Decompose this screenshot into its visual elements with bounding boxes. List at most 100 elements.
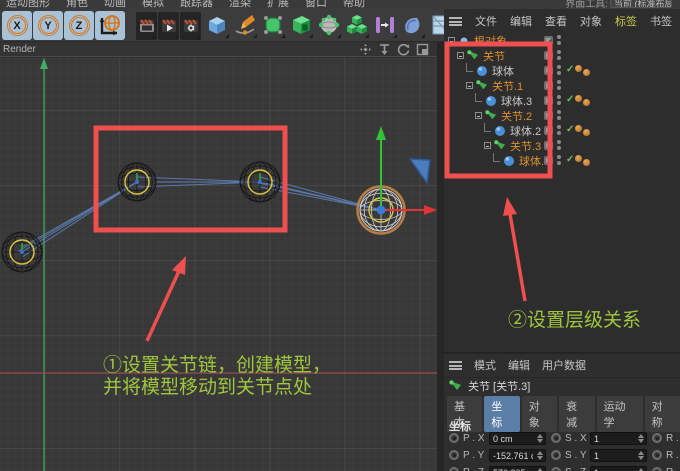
key-radio[interactable] xyxy=(551,450,561,460)
phong-tag-icon[interactable] xyxy=(583,99,590,106)
add-cube-button[interactable] xyxy=(203,11,230,39)
s-input-field[interactable] xyxy=(590,466,647,471)
tree-row-球体.3[interactable]: 球体.3 ✓ xyxy=(444,93,680,108)
layer-chip[interactable] xyxy=(544,96,553,105)
joint-tool-button[interactable] xyxy=(371,11,398,39)
render-settings-button[interactable] xyxy=(180,12,201,40)
enabled-check-icon[interactable]: ✓ xyxy=(566,94,574,105)
key-radio[interactable] xyxy=(449,467,459,471)
phong-tag-icon[interactable] xyxy=(575,95,582,102)
om-menu-bookmarks[interactable]: 书签 xyxy=(650,13,672,29)
tree-row-根对象[interactable]: 根对象 xyxy=(444,33,680,48)
phong-tag-icon[interactable] xyxy=(583,159,590,166)
phong-tag-icon[interactable] xyxy=(575,155,582,162)
key-radio[interactable] xyxy=(551,433,561,443)
visibility-dots[interactable] xyxy=(557,140,561,150)
pen-spline-button[interactable] xyxy=(231,11,258,39)
workspace-dropdown[interactable]: 当前 (标准布局) xyxy=(610,0,672,8)
expand-toggle[interactable] xyxy=(457,52,464,59)
tree-row-关节.1[interactable]: 关节.1 xyxy=(444,78,680,93)
s-input-field[interactable] xyxy=(590,432,647,445)
key-radio[interactable] xyxy=(551,467,561,471)
visibility-dots[interactable] xyxy=(557,155,561,165)
expand-toggle[interactable] xyxy=(448,37,455,44)
menu-tracker[interactable]: 跟踪器 xyxy=(180,0,213,9)
om-menu-edit[interactable]: 编辑 xyxy=(510,13,532,29)
hamburger-icon[interactable] xyxy=(449,360,462,370)
zoom-view-icon[interactable] xyxy=(378,43,391,56)
om-menu-file[interactable]: 文件 xyxy=(475,13,497,29)
tab-symmetry[interactable]: 对称 xyxy=(644,396,680,432)
tree-row-关节[interactable]: 关节 xyxy=(444,48,680,63)
layer-chip[interactable] xyxy=(544,126,553,135)
am-menu-mode[interactable]: 模式 xyxy=(474,357,496,373)
expand-toggle[interactable] xyxy=(475,112,482,119)
panel-divider[interactable] xyxy=(437,42,444,471)
visibility-dots[interactable] xyxy=(557,65,561,75)
layer-chip[interactable] xyxy=(544,81,553,90)
axis-lock-y-button[interactable]: Y xyxy=(33,11,63,40)
spline-shape-button[interactable] xyxy=(399,11,426,39)
rotate-view-icon[interactable] xyxy=(397,43,410,56)
visibility-dots[interactable] xyxy=(557,50,561,60)
render-picture-viewer-button[interactable] xyxy=(158,12,179,40)
key-radio[interactable] xyxy=(652,433,662,443)
axis-lock-z-button[interactable]: Z xyxy=(64,11,94,40)
tree-row-球体[interactable]: 球体 ✓ xyxy=(444,63,680,78)
visibility-dots[interactable] xyxy=(557,125,561,135)
p-input-field[interactable] xyxy=(489,432,546,445)
tab-falloff[interactable]: 衰减 xyxy=(559,396,595,432)
key-radio[interactable] xyxy=(449,433,459,443)
expand-toggle[interactable] xyxy=(484,142,491,149)
array-clones-button[interactable] xyxy=(343,11,370,39)
tree-row-球体.1[interactable]: 球体.1 ✓ xyxy=(444,153,680,168)
tab-object[interactable]: 对象 xyxy=(521,396,558,432)
extrude-object-button[interactable] xyxy=(287,11,314,39)
phong-tag-icon[interactable] xyxy=(575,65,582,72)
visibility-dots[interactable] xyxy=(557,95,561,105)
key-radio[interactable] xyxy=(449,450,459,460)
layer-chip[interactable] xyxy=(544,66,553,75)
om-menu-view[interactable]: 查看 xyxy=(545,13,567,29)
menu-mograph[interactable]: 运动图形 xyxy=(6,0,50,9)
hamburger-icon[interactable] xyxy=(449,16,462,26)
layer-chip[interactable] xyxy=(544,51,553,60)
visibility-dots[interactable] xyxy=(557,80,561,90)
phong-tag-icon[interactable] xyxy=(583,129,590,136)
coordinate-system-button[interactable] xyxy=(95,11,125,40)
menu-render[interactable]: 渲染 xyxy=(229,0,251,9)
expand-toggle[interactable] xyxy=(466,82,473,89)
layer-chip[interactable] xyxy=(544,141,553,150)
render-view-button[interactable] xyxy=(136,12,157,40)
axis-lock-x-button[interactable]: X xyxy=(2,11,32,40)
key-radio[interactable] xyxy=(652,467,662,471)
p-input-field[interactable] xyxy=(489,449,546,462)
phong-tag-icon[interactable] xyxy=(575,125,582,132)
visibility-dots[interactable] xyxy=(557,110,561,120)
menu-simulate[interactable]: 模拟 xyxy=(142,0,164,9)
menu-window[interactable]: 窗口 xyxy=(305,0,327,9)
key-radio[interactable] xyxy=(652,450,662,460)
enabled-check-icon[interactable]: ✓ xyxy=(566,64,574,75)
tab-coordinates[interactable]: 坐标 xyxy=(484,396,520,432)
lattice-deformer-button[interactable] xyxy=(315,11,342,39)
pan-view-icon[interactable] xyxy=(359,43,372,56)
viewport-canvas[interactable] xyxy=(0,58,437,471)
menu-animation[interactable]: 动画 xyxy=(104,0,126,9)
tree-row-关节.2[interactable]: 关节.2 xyxy=(444,108,680,123)
layer-chip[interactable] xyxy=(544,36,553,45)
subdivision-surface-button[interactable] xyxy=(259,11,286,39)
am-menu-edit[interactable]: 编辑 xyxy=(508,357,530,373)
enabled-check-icon[interactable]: ✓ xyxy=(566,154,574,165)
enabled-check-icon[interactable]: ✓ xyxy=(566,124,574,135)
menu-character[interactable]: 角色 xyxy=(66,0,88,9)
tree-row-关节.3[interactable]: 关节.3 xyxy=(444,138,680,153)
om-menu-object[interactable]: 对象 xyxy=(580,13,602,29)
tree-row-球体.2[interactable]: 球体.2 ✓ xyxy=(444,123,680,138)
phong-tag-icon[interactable] xyxy=(583,69,590,76)
layer-chip[interactable] xyxy=(544,111,553,120)
maximize-view-icon[interactable] xyxy=(416,43,429,56)
layer-chip[interactable] xyxy=(544,156,553,165)
menu-help[interactable]: 帮助 xyxy=(343,0,365,9)
s-input-field[interactable] xyxy=(590,449,647,462)
